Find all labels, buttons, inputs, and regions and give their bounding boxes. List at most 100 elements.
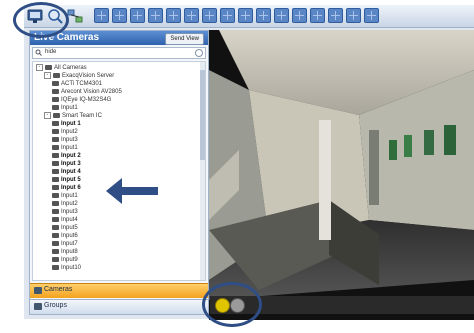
tree-item-label: Input 4 [61, 169, 81, 175]
layout-buttons [94, 8, 379, 24]
tree-camera-item[interactable]: Input 4 [52, 168, 81, 176]
tree-camera-item[interactable]: Input1 [52, 192, 78, 200]
layout-button[interactable] [256, 8, 271, 23]
camera-icon [52, 224, 59, 230]
layout-button[interactable] [148, 8, 163, 23]
tree-item-label: Input6 [61, 233, 78, 239]
scrollbar-thumb[interactable] [200, 70, 205, 160]
camera-icon [52, 232, 59, 238]
camera-icon [52, 216, 59, 222]
tree-item-label: Input 5 [61, 177, 81, 183]
search-icon [35, 49, 42, 56]
tree-camera-item[interactable]: Arecont Vision AV2805 [52, 88, 122, 96]
tree-camera-item[interactable]: Input 5 [52, 176, 81, 184]
tree-camera-item[interactable]: Input2 [52, 128, 78, 136]
layout-button[interactable] [292, 8, 307, 23]
camera-icon [52, 96, 59, 102]
layout-button[interactable] [238, 8, 253, 23]
camera-icon [52, 160, 59, 166]
expand-toggle-icon[interactable]: - [44, 112, 51, 119]
layout-button[interactable] [274, 8, 289, 23]
tab-groups[interactable]: Groups [30, 299, 208, 314]
tree-item-label: Input1 [61, 193, 78, 199]
server-icon [45, 65, 52, 70]
tab-groups-label: Groups [44, 302, 67, 309]
tree-camera-item[interactable]: IQEye IQ-M32S4G [52, 96, 111, 104]
camera-feed-image [209, 30, 474, 320]
camera-icon [52, 208, 59, 214]
camera-icon [52, 264, 59, 270]
tree-server[interactable]: - Smart Team IC [44, 112, 102, 120]
tree-item-label: Input2 [61, 201, 78, 207]
layout-button[interactable] [184, 8, 199, 23]
toolbar [24, 5, 474, 28]
tree-camera-item[interactable]: Input 1 [52, 120, 81, 128]
layout-button[interactable] [112, 8, 127, 23]
server-icon [53, 73, 60, 78]
tree-server[interactable]: - ExacqVision Server [44, 72, 114, 80]
tree-camera-item[interactable]: ACTi TCM4301 [52, 80, 102, 88]
clear-search-button[interactable] [195, 49, 203, 57]
tree-camera-item[interactable]: Input8 [52, 248, 78, 256]
tree-camera-item[interactable]: Input9 [52, 256, 78, 264]
tree-camera-item[interactable]: Input6 [52, 232, 78, 240]
tree-item-label: Input5 [61, 225, 78, 231]
camera-icon [52, 184, 59, 190]
camera-icon [52, 248, 59, 254]
layout-button[interactable] [364, 8, 379, 23]
tree-camera-item[interactable]: Input1 [52, 144, 78, 152]
camera-icon [52, 80, 59, 86]
live-cameras-panel: Live Cameras Send View hide - All Cameras… [29, 30, 209, 315]
camera-icon [52, 256, 59, 262]
layout-button[interactable] [94, 8, 109, 23]
camera-icon [52, 192, 59, 198]
tree-item-label: Input10 [61, 265, 82, 271]
app-window: Live Cameras Send View hide - All Cameras… [24, 5, 474, 320]
arrow-left-icon [106, 178, 158, 204]
tree-camera-item[interactable]: Input 2 [52, 152, 81, 160]
layout-button[interactable] [328, 8, 343, 23]
video-view[interactable] [209, 30, 474, 320]
tree-camera-item[interactable]: Input1 [52, 104, 78, 112]
tree-camera-item[interactable]: Input5 [52, 224, 78, 232]
tree-item-label: Arecont Vision AV2805 [61, 89, 122, 95]
search-input[interactable]: hide [32, 47, 206, 59]
tree-item-label: Input 2 [61, 153, 81, 159]
layout-button[interactable] [220, 8, 235, 23]
tree-camera-item[interactable]: Input7 [52, 240, 78, 248]
tree-camera-item[interactable]: Input 3 [52, 160, 81, 168]
tree-scrollbar[interactable] [200, 62, 205, 280]
expand-toggle-icon[interactable]: - [44, 72, 51, 79]
camera-icon [52, 240, 59, 246]
layout-button[interactable] [202, 8, 217, 23]
tree-camera-item[interactable]: Input2 [52, 200, 78, 208]
tree-camera-item[interactable]: Input10 [52, 264, 81, 272]
camera-icon [52, 200, 59, 206]
highlight-circle-toolbar [13, 2, 69, 38]
search-value: hide [45, 49, 57, 55]
tree-item-label: Input 1 [61, 121, 81, 127]
tree-camera-item[interactable]: Input4 [52, 216, 78, 224]
tree-item-label: Smart Team IC [62, 113, 102, 120]
layout-button[interactable] [130, 8, 145, 23]
camera-tree: - All Cameras - ExacqVision Server ACTi TCM4… [32, 61, 206, 281]
tree-camera-item[interactable]: Input3 [52, 136, 78, 144]
tree-camera-item[interactable]: Input3 [52, 208, 78, 216]
tab-cameras[interactable]: Cameras [30, 283, 208, 298]
tree-item-label: All Cameras [54, 65, 87, 72]
tree-item-label: Input3 [61, 209, 78, 215]
group-icon [34, 303, 42, 310]
camera-icon [52, 168, 59, 174]
camera-icon [34, 287, 42, 294]
camera-icon [52, 104, 59, 110]
layout-button[interactable] [310, 8, 325, 23]
tree-root[interactable]: - All Cameras [36, 64, 87, 72]
layout-button[interactable] [346, 8, 361, 23]
layout-button[interactable] [166, 8, 181, 23]
expand-toggle-icon[interactable]: - [36, 64, 43, 71]
tree-camera-item[interactable]: Input 6 [52, 184, 81, 192]
send-view-button[interactable]: Send View [165, 33, 204, 45]
tree-item-label: Input7 [61, 241, 78, 247]
tree-item-label: IQEye IQ-M32S4G [61, 97, 112, 103]
camera-icon [52, 176, 59, 182]
